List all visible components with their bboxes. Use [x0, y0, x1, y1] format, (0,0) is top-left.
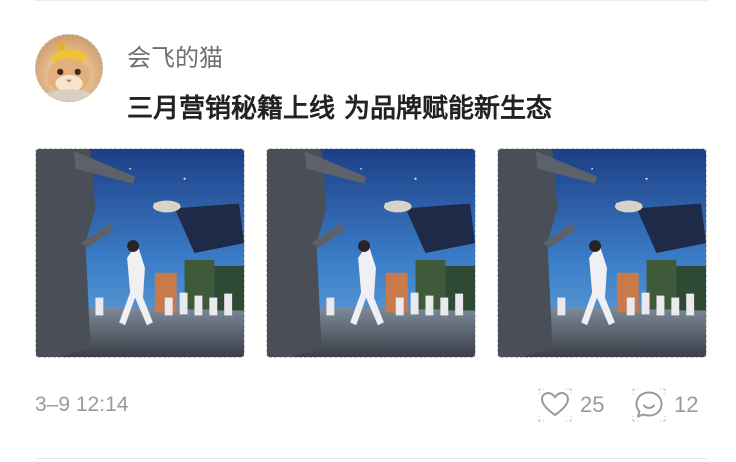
comment-count: 12: [674, 392, 699, 417]
dance-photo-image: [498, 149, 706, 357]
comment-button[interactable]: 12: [632, 388, 698, 422]
like-button[interactable]: 25: [538, 388, 604, 422]
bottom-divider: [35, 458, 708, 459]
cat-avatar-image: [43, 42, 95, 101]
avatar[interactable]: [35, 34, 103, 102]
photo-thumbnail-3[interactable]: [497, 148, 707, 358]
post-timestamp: 3–9 12:14: [35, 393, 129, 416]
dance-photo-image: [267, 149, 475, 357]
post-text: 三月营销秘籍上线 为品牌赋能新生态: [127, 94, 553, 124]
photo-thumbnail-1[interactable]: [35, 148, 245, 358]
heart-icon: [538, 388, 572, 422]
top-divider: [35, 0, 708, 1]
comment-bubble-icon: [632, 388, 666, 422]
photo-thumbnail-2[interactable]: [266, 148, 476, 358]
dance-photo-image: [36, 149, 244, 357]
like-count: 25: [580, 392, 605, 417]
username[interactable]: 会飞的猫: [127, 38, 223, 73]
